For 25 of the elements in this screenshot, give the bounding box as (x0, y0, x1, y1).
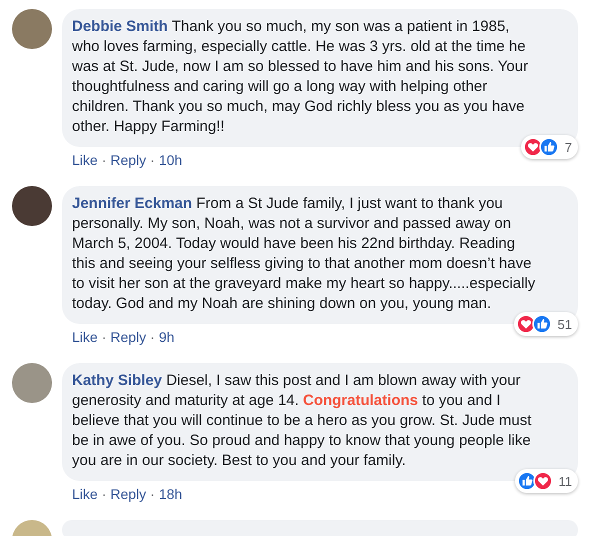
timestamp-link[interactable]: 10h (158, 151, 182, 169)
action-link[interactable]: Like (72, 151, 98, 169)
separator-dot: · (150, 485, 155, 503)
separator-dot: · (150, 151, 155, 169)
comment-text: Jennifer Eckman From a St Jude family, I just want to thank you personally. My son, Noah, was not a survivor and passed away on March 5, 2004. Today would have been his 22nd birthday. Reading this and seeing your selfless giving to that another mom doesn’t have to visit her son at the graveyard make my heart so happy.....especially today. God and my Noah are shining down on you, young man. (72, 194, 536, 314)
reaction-count-badge[interactable]: 51 (514, 312, 578, 336)
comment-text: Kathy Sibley Diesel, I saw this post and I am blown away with your generosity and maturity at age 14. Congratulations to you and I believe that you will continue to be a hero as you grow. St. Jude must be in awe of you. So proud and happy to know that young people like you are in our society. Best to you and your family. (72, 371, 532, 471)
action-link[interactable]: Like (72, 485, 98, 503)
action-link[interactable]: Reply (110, 485, 146, 503)
separator-dot: · (150, 328, 155, 346)
separator-dot: · (102, 485, 106, 503)
author-link[interactable]: Jennifer Eckman (72, 195, 192, 212)
separator-dot: · (102, 328, 106, 346)
author-link[interactable]: Kathy Sibley (72, 372, 162, 389)
timestamp-link[interactable]: 18h (158, 485, 182, 503)
reaction-count-badge[interactable]: 7 (520, 135, 578, 159)
timestamp-link[interactable]: 9h (158, 328, 174, 346)
action-link[interactable]: Reply (110, 151, 146, 169)
comment-text: Debbie Smith Thank you so much, my son was a patient in 1985, who loves farming, especially cattle. He was 3 yrs. old at the time he was at St. Jude, now I am so blessed to have him and his sons. Your thoughtfulness and caring will go a long way with helping other children. Thank you so much, may God richly bless you as you have other. Happy Farming!! (72, 17, 530, 137)
action-link[interactable]: Like (72, 328, 98, 346)
action-link[interactable]: Reply (110, 328, 146, 346)
reaction-count-badge[interactable]: 11 (514, 469, 578, 493)
avatar-placeholder[interactable] (12, 186, 52, 226)
author-link[interactable]: Debbie Smith (72, 18, 168, 35)
separator-dot: · (102, 151, 106, 169)
